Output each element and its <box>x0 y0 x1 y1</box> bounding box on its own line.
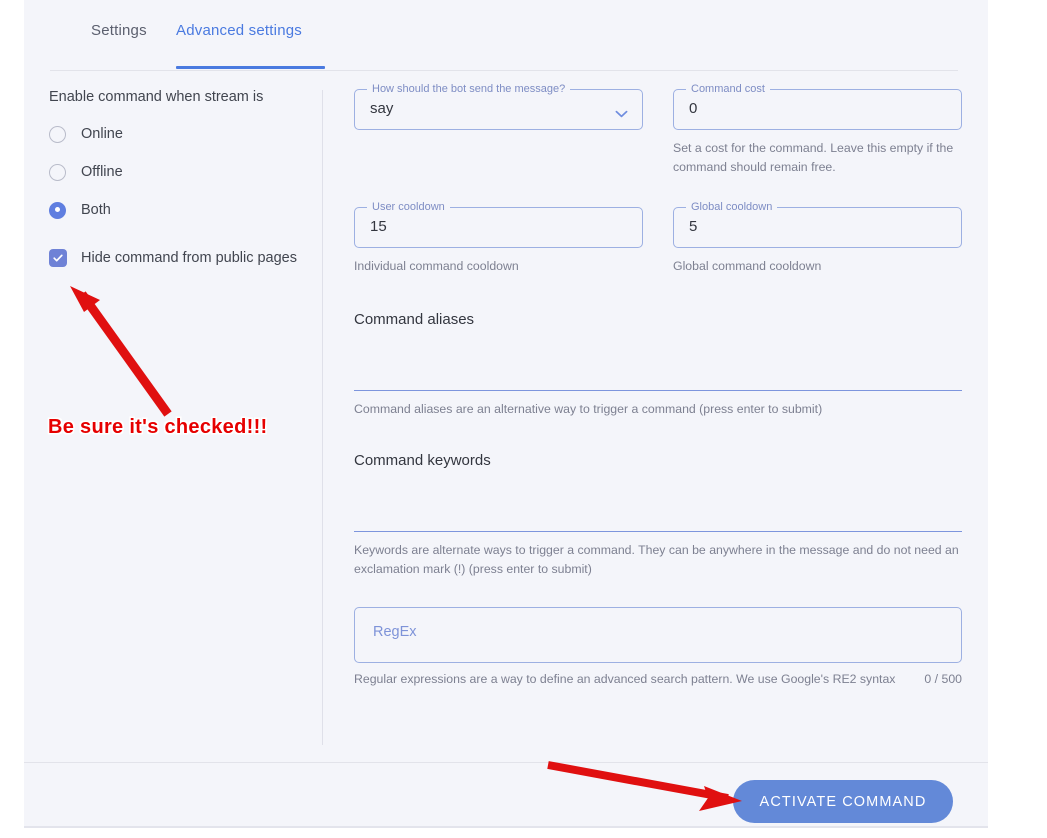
radio-circle-icon <box>49 163 66 181</box>
hide-command-label: Hide command from public pages <box>81 250 297 266</box>
send-mode-field-wrap: How should the bot send the message? say <box>354 83 643 177</box>
regex-char-counter: 0 / 500 <box>924 672 962 686</box>
regex-helper-row: Regular expressions are a way to define … <box>354 672 962 686</box>
radio-both-label: Both <box>81 202 111 218</box>
tab-bar: Settings Advanced settings <box>50 0 958 71</box>
command-keywords-helper: Keywords are alternate ways to trigger a… <box>354 543 959 576</box>
stream-state-group-label: Enable command when stream is <box>49 89 264 105</box>
command-aliases-title: Command aliases <box>354 311 475 328</box>
hide-command-checkbox-row[interactable]: Hide command from public pages <box>49 241 314 275</box>
radio-offline-label: Offline <box>81 164 123 180</box>
send-mode-select[interactable]: How should the bot send the message? say <box>354 83 643 130</box>
command-cost-helper: Set a cost for the command. Leave this e… <box>673 141 954 174</box>
radio-online-label: Online <box>81 126 123 142</box>
checkmark-icon <box>49 249 67 267</box>
user-cooldown-input[interactable]: User cooldown 15 <box>354 201 643 248</box>
form-footer: ACTIVATE COMMAND <box>24 762 988 827</box>
user-cooldown-value: 15 <box>370 218 387 235</box>
activate-command-button[interactable]: ACTIVATE COMMAND <box>733 780 953 823</box>
regex-textarea[interactable]: RegEx <box>354 607 962 663</box>
command-aliases-helper: Command aliases are an alternative way t… <box>354 402 823 416</box>
radio-online[interactable]: Online <box>49 117 314 151</box>
user-cooldown-legend: User cooldown <box>367 201 450 214</box>
command-aliases-group: Command aliases Command aliases are an a… <box>354 311 962 419</box>
regex-group: RegEx Regular expressions are a way to d… <box>354 607 962 686</box>
tab-active-indicator <box>176 66 325 69</box>
radio-both[interactable]: Both <box>49 193 314 227</box>
command-keywords-group: Command keywords Keywords are alternate … <box>354 452 962 579</box>
tab-advanced-settings[interactable]: Advanced settings <box>176 22 302 39</box>
form-row-send-cost: How should the bot send the message? say… <box>354 83 962 177</box>
advanced-form: How should the bot send the message? say… <box>354 83 962 686</box>
global-cooldown-helper: Global command cooldown <box>673 259 822 273</box>
chevron-down-icon[interactable] <box>615 105 628 123</box>
command-cost-legend: Command cost <box>686 83 770 96</box>
global-cooldown-input[interactable]: Global cooldown 5 <box>673 201 962 248</box>
command-keywords-title: Command keywords <box>354 452 491 469</box>
settings-card: Settings Advanced settings Enable comman… <box>24 0 988 828</box>
tab-settings[interactable]: Settings <box>91 22 147 39</box>
radio-circle-selected-icon <box>49 201 66 219</box>
command-keywords-input[interactable] <box>354 469 962 532</box>
regex-helper-text: Regular expressions are a way to define … <box>354 672 896 686</box>
global-cooldown-value: 5 <box>689 218 698 235</box>
command-cost-field-wrap: Command cost 0 Set a cost for the comman… <box>673 83 962 177</box>
settings-body: Enable command when stream is Online Off… <box>24 71 988 762</box>
global-cooldown-legend: Global cooldown <box>686 201 778 214</box>
user-cooldown-field-wrap: User cooldown 15 Individual command cool… <box>354 201 643 276</box>
regex-placeholder: RegEx <box>373 624 417 640</box>
send-mode-legend: How should the bot send the message? <box>367 83 571 96</box>
global-cooldown-field-wrap: Global cooldown 5 Global command cooldow… <box>673 201 962 276</box>
command-cost-value: 0 <box>689 100 698 117</box>
radio-circle-icon <box>49 125 66 143</box>
stream-state-panel: Enable command when stream is Online Off… <box>49 89 314 275</box>
command-cost-input[interactable]: Command cost 0 <box>673 83 962 130</box>
column-divider <box>322 90 323 745</box>
command-aliases-input[interactable] <box>354 328 962 391</box>
form-row-cooldowns: User cooldown 15 Individual command cool… <box>354 201 962 276</box>
radio-offline[interactable]: Offline <box>49 155 314 189</box>
user-cooldown-helper: Individual command cooldown <box>354 259 519 273</box>
send-mode-value: say <box>370 100 394 117</box>
